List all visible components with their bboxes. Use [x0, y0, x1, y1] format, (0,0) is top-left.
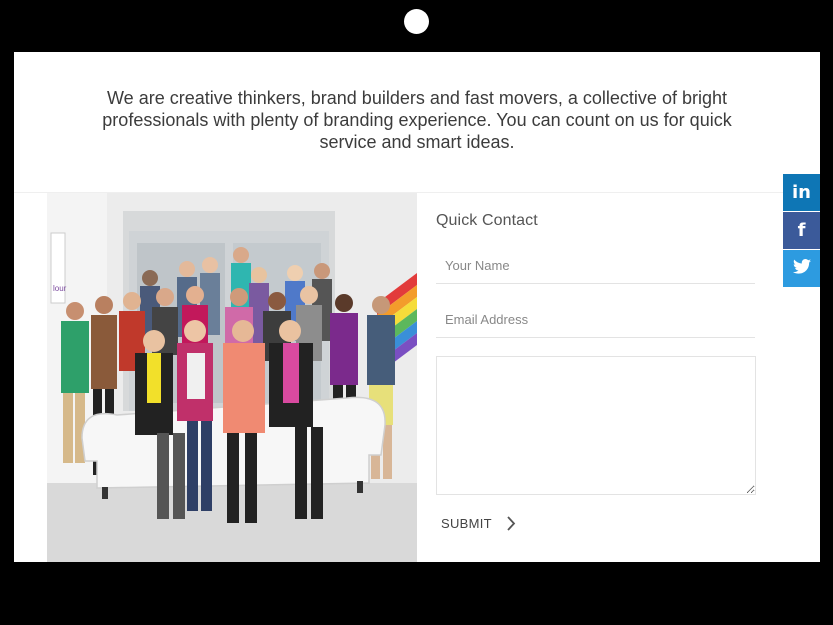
wall-sign-text: lour [53, 284, 67, 293]
social-share-bar: in f [783, 174, 820, 288]
message-textarea[interactable] [436, 356, 756, 495]
submit-button[interactable]: SUBMIT [436, 511, 526, 535]
linkedin-icon: in [792, 181, 811, 203]
submit-label: SUBMIT [441, 515, 492, 531]
quick-contact-title: Quick Contact [436, 212, 538, 229]
team-photo: lour [47, 193, 417, 562]
chevron-right-icon [506, 515, 516, 531]
facebook-icon: f [797, 219, 806, 241]
twitter-icon [792, 258, 811, 279]
name-input[interactable] [436, 248, 755, 284]
device-camera [404, 9, 429, 34]
page-viewport: We are creative thinkers, brand builders… [14, 52, 820, 562]
intro-text: We are creative thinkers, brand builders… [102, 88, 732, 152]
linkedin-button[interactable]: in [783, 174, 820, 211]
facebook-button[interactable]: f [783, 212, 820, 249]
twitter-button[interactable] [783, 250, 820, 287]
email-input[interactable] [436, 302, 755, 338]
